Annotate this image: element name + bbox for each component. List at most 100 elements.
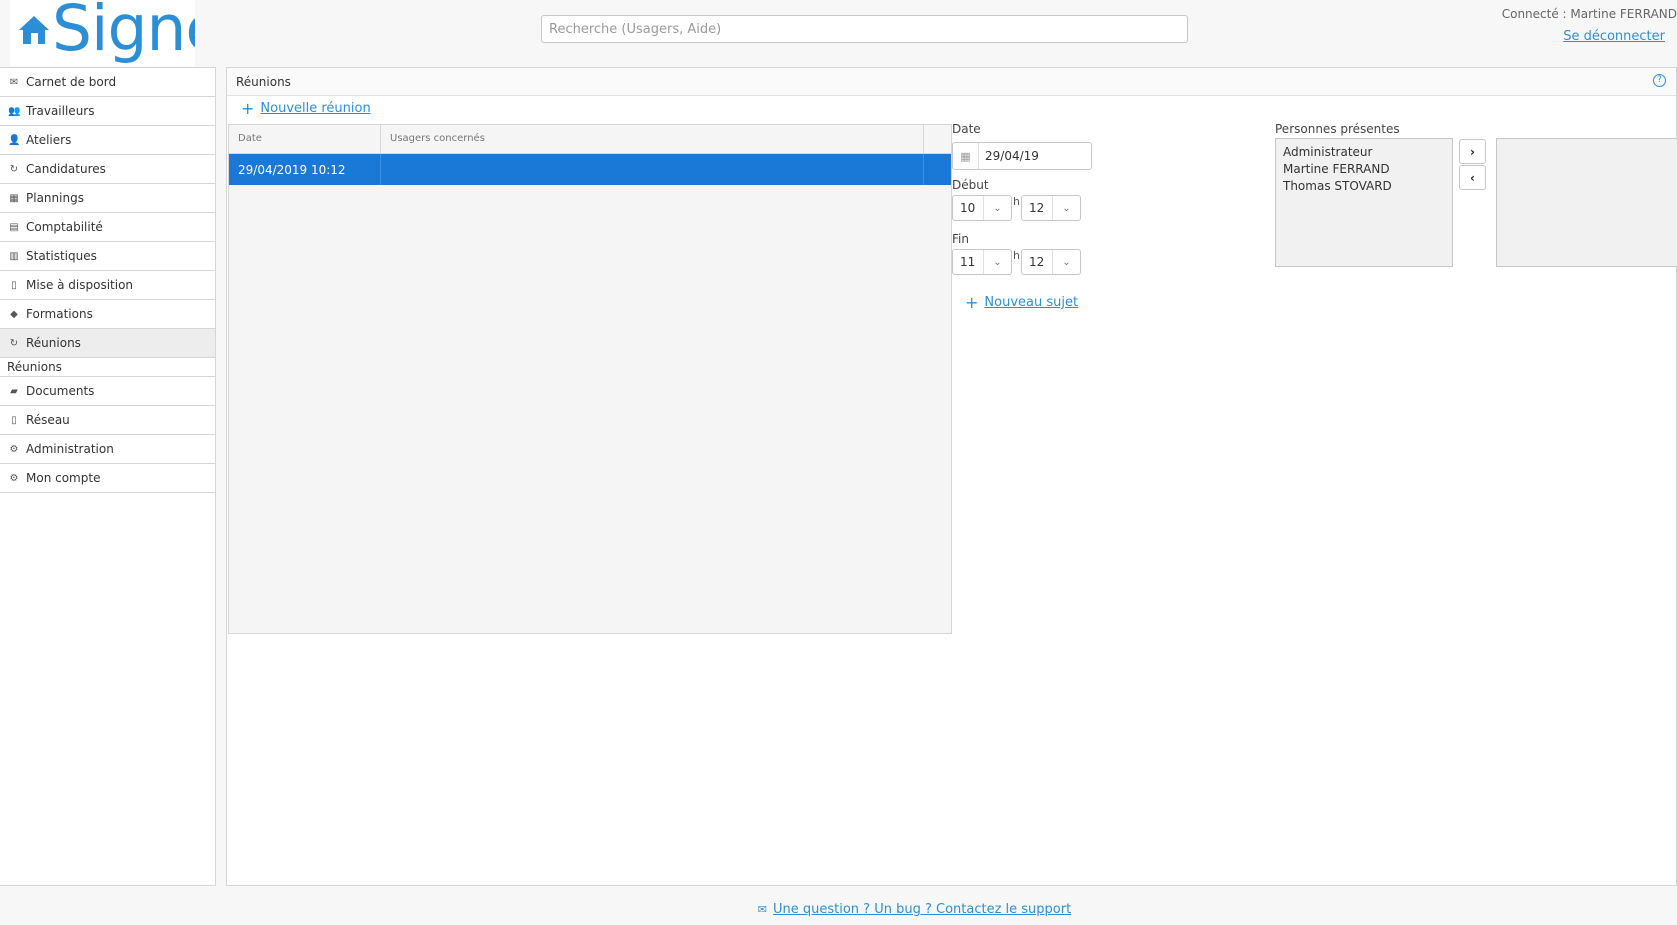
hour-separator: h [1013, 249, 1020, 262]
sidebar-item-plannings[interactable]: ▦ Plannings [0, 184, 215, 213]
new-subject-button[interactable]: + Nouveau sujet [965, 292, 1078, 312]
sidebar-item-comptabilite[interactable]: ▤ Comptabilité [0, 213, 215, 242]
search-input[interactable] [541, 15, 1188, 43]
network-icon: ▯ [11, 414, 17, 426]
hour-separator: h [1013, 195, 1020, 208]
sidebar-item-reseau[interactable]: ▯ Réseau [0, 406, 215, 435]
support-link-label[interactable]: Une question ? Un bug ? Contactez le sup… [773, 902, 1071, 917]
date-input[interactable] [979, 149, 1079, 163]
start-label: Début [952, 178, 989, 192]
sidebar: ✉ Carnet de bord 👥 Travailleurs 👤 Atelie… [0, 67, 216, 886]
end-time-row: 11 ⌄ h 12 ⌄ [952, 249, 1081, 275]
help-icon[interactable]: ? [1653, 74, 1666, 87]
sidebar-item-label: Formations [26, 307, 93, 321]
building-icon: ▯ [11, 279, 17, 291]
envelope-icon: ✉ [9, 76, 19, 88]
sidebar-item-mon-compte[interactable]: ⚙ Mon compte [0, 464, 215, 493]
sidebar-item-label: Candidatures [26, 162, 106, 176]
new-meeting-label[interactable]: Nouvelle réunion [260, 101, 370, 116]
start-minute-select[interactable]: 12 ⌄ [1020, 195, 1081, 221]
start-minute-value: 12 [1028, 201, 1045, 215]
available-persons-list[interactable]: Administrateur Martine FERRAND Thomas ST… [1275, 138, 1453, 267]
sidebar-item-label: Administration [26, 442, 114, 456]
new-subject-label[interactable]: Nouveau sujet [984, 295, 1078, 310]
sidebar-item-label: Mise à disposition [26, 278, 134, 292]
end-hour-select[interactable]: 11 ⌄ [952, 249, 1012, 275]
column-header-date[interactable]: Date [229, 125, 381, 153]
calendar-icon[interactable]: ▦ [953, 143, 979, 169]
sidebar-item-carnet-de-bord[interactable]: ✉ Carnet de bord [0, 68, 215, 97]
list-item[interactable]: Martine FERRAND [1283, 161, 1445, 178]
list-item[interactable]: Thomas STOVARD [1283, 178, 1445, 195]
new-meeting-button[interactable]: + Nouvelle réunion [241, 98, 371, 118]
chevron-left-icon: ‹ [1470, 170, 1475, 185]
sidebar-item-label: Mon compte [26, 471, 101, 485]
sidebar-item-label: Plannings [26, 191, 84, 205]
sidebar-subitem-reunions[interactable]: Réunions [0, 358, 215, 377]
sidebar-item-statistiques[interactable]: ▥ Statistiques [0, 242, 215, 271]
logo-text: Signe [52, 0, 195, 65]
list-item[interactable]: Administrateur [1283, 144, 1445, 161]
chevron-down-icon[interactable]: ⌄ [1051, 250, 1080, 274]
end-label: Fin [952, 232, 969, 246]
sidebar-item-label: Statistiques [26, 249, 97, 263]
chevron-down-icon[interactable]: ⌄ [1051, 196, 1080, 220]
chevron-down-icon[interactable]: ⌄ [983, 196, 1011, 220]
sidebar-item-label: Carnet de bord [26, 75, 117, 89]
sidebar-item-formations[interactable]: ◆ Formations [0, 300, 215, 329]
move-left-button[interactable]: ‹ [1459, 165, 1486, 190]
sidebar-item-administration[interactable]: ⚙ Administration [0, 435, 215, 464]
sidebar-item-label: Réseau [26, 413, 70, 427]
panel-header: Réunions ? [227, 68, 1676, 96]
meetings-panel: Réunions ? + Nouvelle réunion Date Usage… [226, 67, 1677, 886]
sidebar-item-ateliers[interactable]: 👤 Ateliers [0, 126, 215, 155]
accounting-icon: ▤ [9, 221, 19, 233]
sidebar-item-label: Réunions [26, 336, 81, 350]
footer: ✉ Une question ? Un bug ? Contactez le s… [0, 902, 1677, 917]
sidebar-item-candidatures[interactable]: ↻ Candidatures [0, 155, 215, 184]
persons-label: Personnes présentes [1275, 122, 1400, 136]
start-hour-select[interactable]: 10 ⌄ [952, 195, 1012, 221]
sidebar-item-mise-a-disposition[interactable]: ▯ Mise à disposition [0, 271, 215, 300]
meetings-grid: Date Usagers concernés 29/04/2019 10:12 [228, 124, 952, 634]
move-right-button[interactable]: › [1459, 139, 1486, 164]
sidebar-item-label: Comptabilité [26, 220, 103, 234]
logout-link[interactable]: Se déconnecter [1563, 29, 1665, 44]
date-field[interactable]: ▦ [952, 142, 1092, 170]
chevron-right-icon: › [1470, 144, 1475, 159]
end-hour-value: 11 [960, 255, 976, 269]
cell-date: 29/04/2019 10:12 [229, 154, 381, 185]
sidebar-item-label: Ateliers [26, 133, 72, 147]
plus-icon: + [241, 98, 255, 118]
user-box: Connecté : Martine FERRAND Se déconnecte… [1377, 7, 1677, 44]
sidebar-item-reunions[interactable]: ↻ Réunions [0, 329, 215, 358]
table-row[interactable]: 29/04/2019 10:12 [229, 154, 951, 185]
cell-extra [924, 154, 951, 185]
selected-persons-list[interactable] [1496, 138, 1677, 267]
worker-icon: 👤 [8, 134, 21, 146]
handshake-icon: ↻ [9, 163, 19, 175]
plus-icon: + [965, 292, 979, 312]
column-header-extra [924, 125, 951, 153]
gear-icon: ⚙ [9, 472, 19, 484]
grid-header: Date Usagers concernés [229, 125, 951, 154]
column-header-users[interactable]: Usagers concernés [381, 125, 924, 153]
sidebar-item-label: Travailleurs [26, 104, 95, 118]
sidebar-item-label: Documents [26, 384, 95, 398]
start-time-row: 10 ⌄ h 12 ⌄ [952, 195, 1081, 221]
cogs-icon: ⚙ [9, 443, 19, 455]
cell-users [381, 154, 924, 185]
book-icon: ▰ [10, 385, 18, 397]
logo[interactable]: Signe [10, 0, 195, 66]
support-link[interactable]: ✉ Une question ? Un bug ? Contactez le s… [758, 902, 1071, 917]
app-root: Signe Connecté : Martine FERRAND Se déco… [0, 0, 1677, 925]
graduation-cap-icon: ◆ [10, 308, 18, 320]
sidebar-item-documents[interactable]: ▰ Documents [0, 377, 215, 406]
start-hour-value: 10 [960, 201, 976, 215]
chevron-down-icon[interactable]: ⌄ [983, 250, 1011, 274]
sidebar-item-travailleurs[interactable]: 👥 Travailleurs [0, 97, 215, 126]
users-icon: 👥 [8, 105, 21, 117]
panel-title: Réunions [236, 74, 291, 89]
end-minute-select[interactable]: 12 ⌄ [1020, 249, 1081, 275]
bar-chart-icon: ▥ [9, 250, 19, 262]
